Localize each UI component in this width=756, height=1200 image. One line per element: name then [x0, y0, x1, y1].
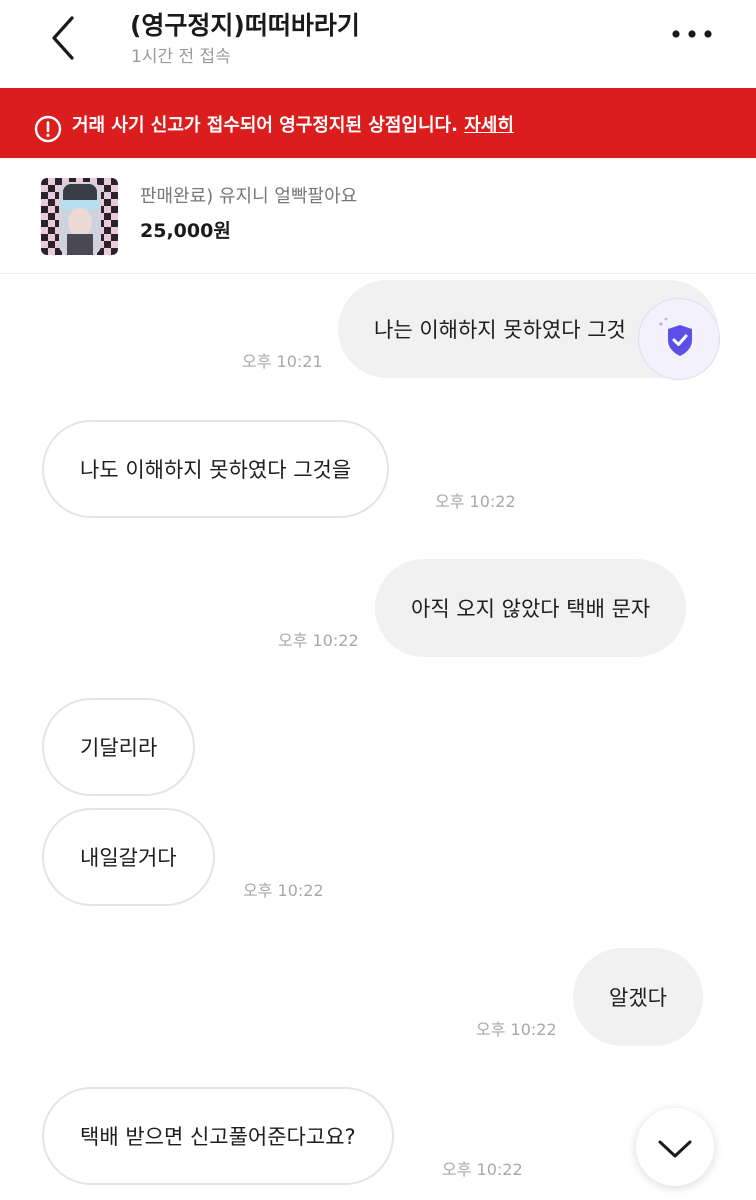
message-text: 나는 이해하지 못하였다 그것: [374, 318, 626, 342]
page-title: (영구정지)떠떠바라기: [130, 11, 360, 40]
message-bubble-incoming: 택배 받으면 신고풀어준다고요?: [42, 1087, 394, 1185]
product-price: 25,000원: [140, 220, 231, 242]
message-text: 나도 이해하지 못하였다 그것을: [80, 458, 352, 482]
message-time: 오후 10:22: [435, 492, 516, 511]
banner-detail-link[interactable]: 자세히: [464, 115, 514, 136]
message-bubble-incoming: 기달리라: [42, 698, 196, 796]
message-text: 아직 오지 않았다 택배 문자: [411, 597, 651, 621]
banner-message: 거래 사기 신고가 접수되어 영구정지된 상점입니다. 자세히: [72, 111, 514, 137]
scroll-to-bottom-button[interactable]: [636, 1108, 714, 1186]
message-time: 오후 10:21: [242, 352, 323, 371]
message-bubble-outgoing: 아직 오지 않았다 택배 문자: [375, 559, 687, 657]
message-time: 오후 10:22: [476, 1020, 557, 1039]
message-bubble-outgoing: 알겠다: [573, 948, 703, 1046]
banner-message-text: 거래 사기 신고가 접수되어 영구정지된 상점입니다.: [72, 115, 458, 136]
message-text: 택배 받으면 신고풀어준다고요?: [80, 1125, 356, 1149]
suspension-banner: 거래 사기 신고가 접수되어 영구정지된 상점입니다. 자세히: [0, 88, 756, 158]
message-text: 기달리라: [80, 736, 158, 760]
message-time: 오후 10:22: [243, 881, 324, 900]
product-image: [41, 178, 118, 255]
chat-header: (영구정지)떠떠바라기 1시간 전 접속: [0, 0, 756, 88]
chevron-left-icon: [52, 16, 74, 60]
message-bubble-incoming: 내일갈거다: [42, 808, 215, 906]
chevron-down-icon: [658, 1140, 692, 1158]
back-button[interactable]: [40, 8, 90, 64]
product-thumbnail[interactable]: [41, 178, 118, 255]
safety-shield-button[interactable]: [638, 298, 720, 380]
more-options-button[interactable]: [668, 16, 718, 52]
shield-check-icon: [659, 317, 692, 356]
alert-circle-icon: [34, 115, 62, 143]
product-card[interactable]: 판매완료) 유지니 얼빡팔아요 25,000원: [0, 158, 756, 274]
last-seen-status: 1시간 전 접속: [131, 47, 231, 67]
message-bubble-incoming: 나도 이해하지 못하였다 그것을: [42, 420, 390, 518]
product-name: 판매완료) 유지니 얼빡팔아요: [140, 186, 358, 207]
message-time: 오후 10:22: [278, 631, 359, 650]
message-time: 오후 10:22: [442, 1160, 523, 1179]
more-dots-icon: [672, 30, 712, 38]
message-text: 알겠다: [609, 986, 667, 1010]
message-text: 내일갈거다: [80, 846, 177, 870]
